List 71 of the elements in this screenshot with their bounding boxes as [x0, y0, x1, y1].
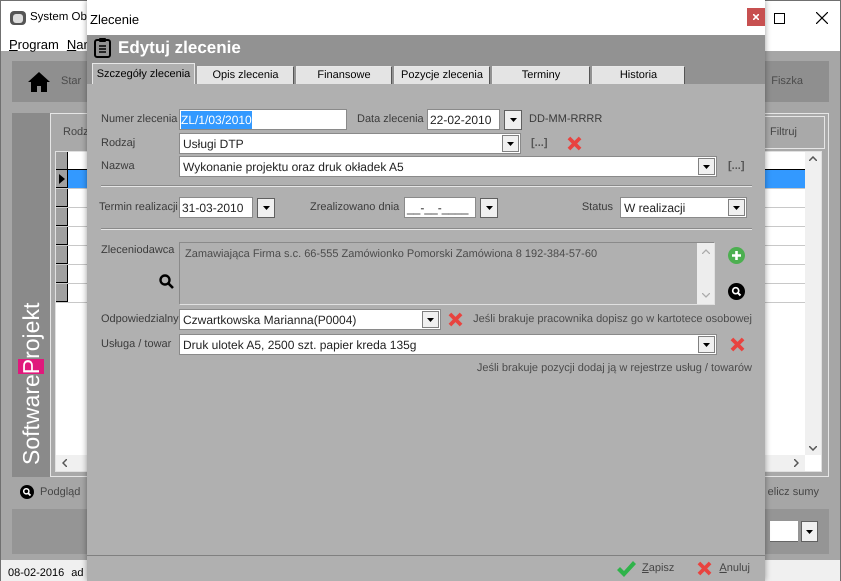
menu-item[interactable]: Nar	[66, 35, 88, 54]
caret-icon	[510, 118, 516, 122]
filter-button[interactable]: Filtruj	[763, 116, 825, 149]
row-pointer-icon	[58, 174, 64, 184]
recalculate-link[interactable]: elicz sumy	[768, 484, 819, 500]
tab[interactable]: Szczegóły zlecenia	[92, 63, 195, 84]
date-format-hint: DD-MM-RRRR	[529, 112, 602, 128]
field-label: Nazwa	[101, 159, 136, 174]
order-date-field[interactable]: 22-02-2010	[427, 109, 500, 130]
window-title: System Ob	[30, 10, 87, 26]
name-dropdown[interactable]: Wykonanie projektu oraz druk okładek A5	[179, 156, 717, 177]
search-icon[interactable]	[20, 485, 34, 499]
completed-date-field[interactable]: __-__-____	[404, 197, 476, 218]
search-icon[interactable]	[728, 283, 745, 300]
scroll-left-icon[interactable]	[62, 459, 67, 467]
due-date-field[interactable]: 31-03-2010	[179, 197, 253, 218]
hint-text: Jeśli brakuje pracownika dopisz go w kartotece osobowej	[473, 312, 752, 328]
field-label: Zleceniodawca	[101, 243, 176, 258]
status-text: 08-02-2016	[8, 566, 64, 581]
maximize-icon[interactable]	[774, 12, 785, 24]
field-label: Numer zlecenia	[101, 112, 178, 128]
logo: SoftwareProjekt	[17, 302, 45, 465]
cross-icon	[696, 560, 714, 577]
check-icon	[616, 560, 636, 576]
field-label: Status	[582, 200, 613, 216]
caret-icon	[703, 342, 710, 346]
field-label: Data zlecenia	[357, 112, 425, 128]
home-icon[interactable]	[28, 72, 50, 92]
scroll-up-icon[interactable]	[809, 156, 817, 161]
field-label: Usługa / towar	[101, 337, 172, 352]
search-icon[interactable]	[159, 274, 174, 290]
field-label: Odpowiedzialny	[101, 312, 179, 328]
save-button[interactable]: Zapisz	[616, 560, 674, 577]
scroll-right-icon[interactable]	[794, 459, 799, 467]
vertical-scrollbar[interactable]	[805, 152, 821, 455]
preview-link[interactable]: Podgląd	[40, 484, 80, 500]
date-picker-button[interactable]	[504, 110, 522, 130]
field-label: Rodzaj	[101, 136, 136, 152]
dialog-heading: Edytuj zlecenie	[118, 36, 241, 59]
field-label: Termin realizacji	[99, 200, 179, 216]
add-icon[interactable]	[728, 247, 745, 264]
close-icon	[753, 14, 759, 20]
tab[interactable]: Pozycje zlecenia	[394, 66, 490, 84]
dialog-title: Zlecenie	[90, 11, 140, 29]
tab[interactable]: Opis zlecenia	[197, 66, 294, 84]
service-dropdown[interactable]: Druk ulotek A5, 2500 szt. papier kreda 135g	[179, 334, 717, 355]
caret-icon	[427, 318, 434, 322]
date-picker-button[interactable]	[257, 198, 275, 218]
app-icon	[9, 10, 27, 26]
scroll-down-icon[interactable]	[809, 446, 817, 451]
tab[interactable]: Finansowe	[296, 66, 392, 84]
client-textarea[interactable]: Zamawiająca Firma s.c. 66-555 Zamówionko Pomorski Zamówiona 8 192-384-57-60	[179, 242, 715, 305]
tab[interactable]: Terminy	[492, 66, 590, 84]
hint-text: Jeśli brakuje pozycji dodaj ją w rejestrze usług / towarów	[476, 361, 752, 376]
close-icon[interactable]	[816, 12, 828, 24]
responsible-dropdown[interactable]: Czwartkowska Marianna(P0004)	[179, 309, 441, 330]
clipboard-icon	[94, 37, 111, 58]
dropdown-button[interactable]	[801, 521, 818, 542]
status-dropdown[interactable]: W realizacji	[620, 197, 747, 218]
status-text: ad	[71, 566, 84, 581]
field-label: Zrealizowano dnia	[310, 200, 400, 216]
close-button[interactable]	[747, 8, 765, 26]
cancel-button[interactable]: Anuluj	[696, 560, 750, 577]
tab[interactable]: Historia	[592, 66, 685, 84]
menu-item[interactable]: Program	[9, 35, 59, 54]
filter-label: Rodz	[63, 125, 89, 140]
caret-icon	[806, 530, 813, 534]
kind-dropdown[interactable]: Usługi DTP	[179, 133, 521, 154]
date-picker-button[interactable]	[480, 198, 498, 218]
caret-icon	[507, 142, 514, 146]
date-field[interactable]	[770, 521, 798, 542]
